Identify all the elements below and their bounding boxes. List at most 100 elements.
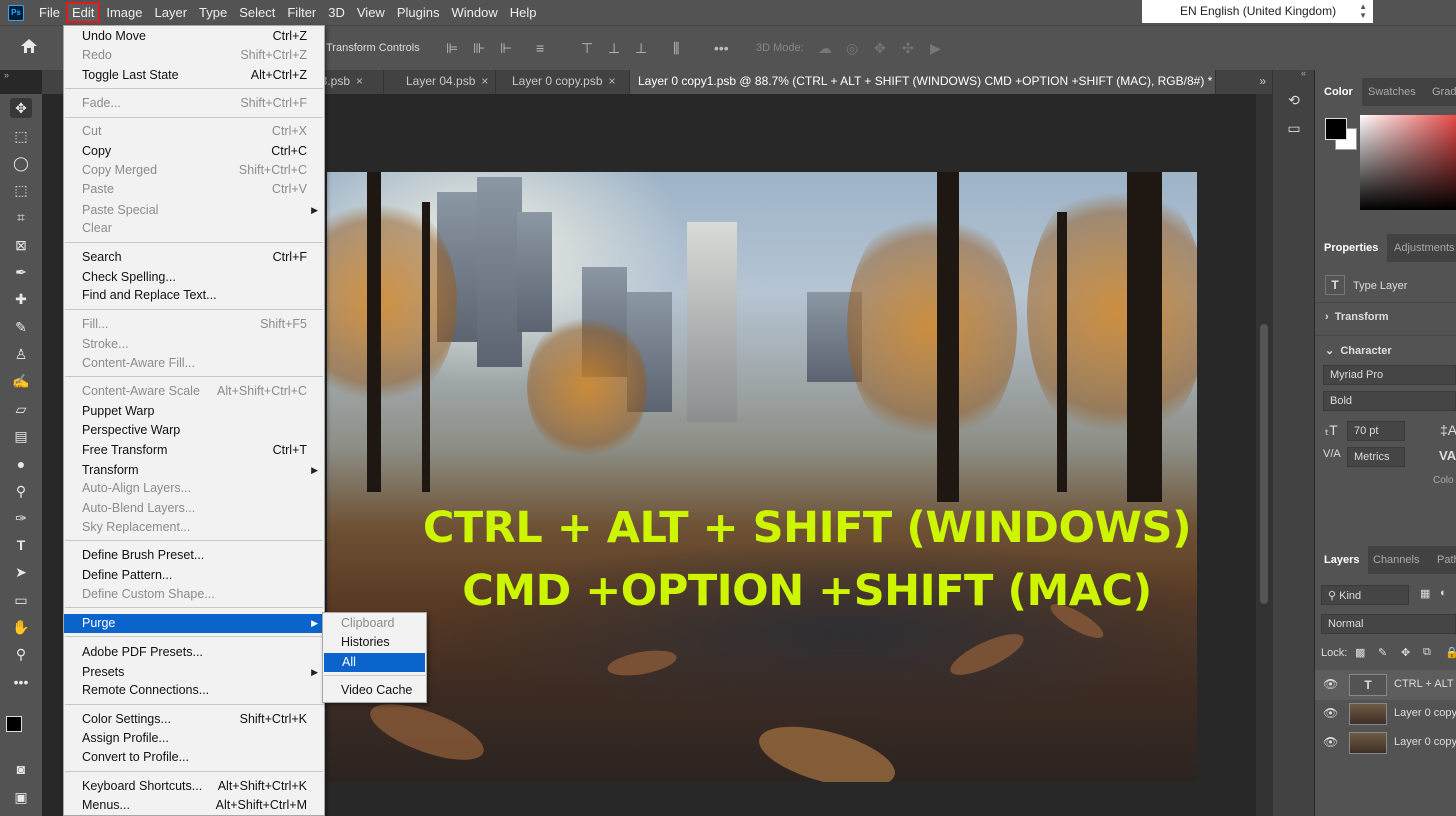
layer-row-text[interactable]: 👁 T CTRL + ALT + (1315, 670, 1456, 700)
tab-paths[interactable]: Path (1428, 546, 1456, 574)
lock-transparency-icon[interactable]: ▩ (1355, 646, 1365, 659)
menu-file[interactable]: File (33, 2, 66, 23)
menu-item-convert-to-profile[interactable]: Convert to Profile... (64, 748, 324, 767)
scrollbar-thumb[interactable] (1260, 324, 1268, 604)
screen-mode-icon[interactable]: ▣ (10, 787, 32, 807)
menu-item-adobe-pdf-presets[interactable]: Adobe PDF Presets... (64, 643, 324, 662)
panel-foreground-swatch[interactable] (1325, 118, 1347, 140)
history-panel-icon[interactable]: ⟲ (1283, 92, 1305, 114)
menu-item-fade[interactable]: Fade... Shift+Ctrl+F (64, 94, 324, 113)
menu-item-cut[interactable]: Cut Ctrl+X (64, 122, 324, 141)
menu-item-copy[interactable]: Copy Ctrl+C (64, 142, 324, 161)
filter-adjustment-icon[interactable]: ◐ (1440, 587, 1447, 599)
lock-all-icon[interactable]: 🔒 (1445, 646, 1456, 659)
hand-tool-icon[interactable]: ✋ (10, 617, 32, 637)
submenu-item-video-cache[interactable]: Video Cache (323, 681, 426, 700)
font-size-field[interactable]: 70 pt (1347, 421, 1405, 441)
language-scroll-icon[interactable]: ▲ ▼ (1359, 2, 1367, 20)
distribute-icon[interactable]: ≡ (536, 40, 544, 56)
frame-tool-icon[interactable]: ⊠ (10, 235, 32, 255)
eraser-tool-icon[interactable]: ▱ (10, 399, 32, 419)
quick-mask-icon[interactable]: ◙ (10, 759, 32, 779)
menu-layer[interactable]: Layer (149, 2, 194, 23)
gradient-tool-icon[interactable]: ▤ (10, 426, 32, 446)
menu-filter[interactable]: Filter (281, 2, 322, 23)
history-brush-tool-icon[interactable]: ✍ (10, 371, 32, 391)
3d-slide-icon[interactable]: ✣ (902, 40, 914, 57)
collapse-panels-icon[interactable]: « (1301, 68, 1306, 78)
close-tab-icon[interactable]: × (356, 74, 363, 88)
menu-item-color-settings[interactable]: Color Settings... Shift+Ctrl+K (64, 710, 324, 729)
object-selection-tool-icon[interactable]: ⬚ (10, 180, 32, 200)
menu-item-toggle-last-state[interactable]: Toggle Last State Alt+Ctrl+Z (64, 66, 324, 85)
menu-item-search[interactable]: Search Ctrl+F (64, 248, 324, 267)
tab-channels[interactable]: Channels (1364, 546, 1428, 574)
eyedropper-tool-icon[interactable]: ✒ (10, 262, 32, 282)
lasso-tool-icon[interactable]: ◯ (10, 153, 32, 173)
filter-image-icon[interactable]: ▦ (1420, 587, 1430, 600)
menu-item-redo[interactable]: Redo Shift+Ctrl+Z (64, 46, 324, 65)
menu-item-define-brush-preset[interactable]: Define Brush Preset... (64, 546, 324, 565)
menu-select[interactable]: Select (233, 2, 281, 23)
tab-layer-0-copy1-active[interactable]: Layer 0 copy1.psb @ 88.7% (CTRL + ALT + … (630, 70, 1216, 94)
rectangle-tool-icon[interactable]: ▭ (10, 590, 32, 610)
align-top-icon[interactable]: ⊤ (581, 40, 593, 57)
crop-tool-icon[interactable]: ⌗ (10, 207, 32, 227)
menu-window[interactable]: Window (445, 2, 503, 23)
distribute-vertical-icon[interactable]: ⫼ (673, 40, 679, 57)
marquee-tool-icon[interactable]: ⬚ (10, 126, 32, 146)
menu-item-presets[interactable]: Presets ▶ (64, 663, 324, 682)
menu-item-undo-move[interactable]: Undo Move Ctrl+Z (64, 27, 324, 46)
tab-gradients[interactable]: Grad (1423, 78, 1456, 106)
3d-roll-icon[interactable]: ◎ (846, 40, 858, 57)
menu-item-content-aware-fill[interactable]: Content-Aware Fill... (64, 354, 324, 373)
more-options-icon[interactable]: ••• (714, 40, 729, 56)
blend-mode-select[interactable]: Normal (1321, 614, 1456, 634)
visibility-eye-icon[interactable]: 👁 (1323, 706, 1338, 720)
pen-tool-icon[interactable]: ✑ (10, 508, 32, 528)
menu-item-paste-special[interactable]: Paste Special ▶ (64, 201, 324, 220)
menu-item-menus[interactable]: Menus... Alt+Shift+Ctrl+M (64, 796, 324, 815)
comments-panel-icon[interactable]: ▭ (1283, 120, 1305, 142)
align-center-icon[interactable]: ⊪ (473, 40, 485, 57)
menu-item-stroke[interactable]: Stroke... (64, 335, 324, 354)
align-right-icon[interactable]: ⊩ (500, 40, 512, 57)
move-tool-icon[interactable]: ✥ (10, 98, 32, 118)
character-section[interactable]: ⌄ Character (1315, 335, 1456, 365)
visibility-eye-icon[interactable]: 👁 (1323, 735, 1338, 749)
transform-controls-label[interactable]: Transform Controls (326, 42, 420, 54)
close-tab-icon[interactable]: × (481, 74, 488, 88)
menu-item-define-pattern[interactable]: Define Pattern... (64, 566, 324, 585)
layer-row-image[interactable]: 👁 Layer 0 copy (1315, 728, 1456, 758)
language-indicator[interactable]: EN English (United Kingdom) ▲ ▼ (1142, 0, 1373, 23)
kerning-select[interactable]: Metrics (1347, 447, 1405, 467)
more-tabs-icon[interactable]: » (1259, 74, 1266, 88)
menu-image[interactable]: Image (100, 2, 148, 23)
lock-position-icon[interactable]: ✥ (1401, 646, 1410, 659)
menu-item-check-spelling[interactable]: Check Spelling... (64, 268, 324, 287)
tab-layer-04[interactable]: Layer 04.psb × (398, 70, 496, 94)
clone-stamp-tool-icon[interactable]: ♙ (10, 344, 32, 364)
submenu-item-clipboard[interactable]: Clipboard (323, 614, 426, 633)
3d-pan-icon[interactable]: ✥ (874, 40, 886, 57)
menu-item-transform[interactable]: Transform ▶ (64, 461, 324, 480)
menu-edit[interactable]: Edit (65, 2, 101, 23)
tab-layers[interactable]: Layers (1315, 546, 1369, 574)
dodge-tool-icon[interactable]: ⚲ (10, 481, 32, 501)
3d-orbit-icon[interactable]: ☁ (818, 40, 832, 57)
foreground-color-swatch[interactable] (6, 716, 22, 732)
menu-item-fill[interactable]: Fill... Shift+F5 (64, 315, 324, 334)
layer-filter-select[interactable]: ⚲ Kind (1321, 585, 1409, 605)
menu-item-purge[interactable]: Purge ▶ (64, 614, 324, 633)
healing-brush-tool-icon[interactable]: ✚ (10, 289, 32, 309)
menu-item-paste[interactable]: Paste Ctrl+V (64, 180, 324, 199)
menu-plugins[interactable]: Plugins (391, 2, 446, 23)
menu-item-perspective-warp[interactable]: Perspective Warp (64, 421, 324, 440)
menu-3d[interactable]: 3D (322, 2, 351, 23)
menu-item-copy-merged[interactable]: Copy Merged Shift+Ctrl+C (64, 161, 324, 180)
blur-tool-icon[interactable]: ● (10, 454, 32, 474)
menu-item-auto-blend-layers[interactable]: Auto-Blend Layers... (64, 499, 324, 518)
menu-item-clear[interactable]: Clear (64, 219, 324, 238)
tab-swatches[interactable]: Swatches (1359, 78, 1425, 106)
tab-layer-0-copy[interactable]: Layer 0 copy.psb × (504, 70, 630, 94)
